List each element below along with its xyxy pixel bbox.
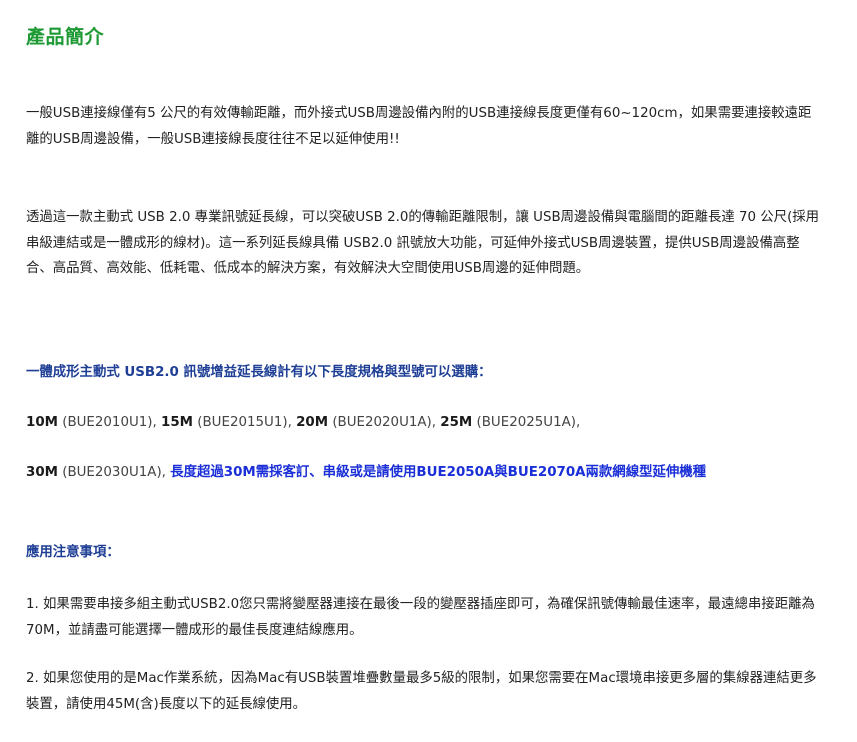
models-line-2: 30M (BUE2030U1A), 長度超過30M需採客訂、串級或是請使用BUE… <box>26 462 706 484</box>
model-code: (BUE2025U1A), <box>472 415 581 430</box>
notes-heading: 應用注意事項： <box>26 545 120 560</box>
model-size: 10M <box>26 415 58 430</box>
model-spec-30m: 30M (BUE2030U1A), <box>26 465 170 480</box>
model-spec-15m: 15M (BUE2015U1), <box>161 415 296 430</box>
models-heading: 一體成形主動式 USB2.0 訊號增益延長線計有以下長度規格與型號可以選購： <box>26 365 492 380</box>
model-code: (BUE2020U1A), <box>328 415 441 430</box>
model-code: (BUE2010U1), <box>57 415 162 430</box>
page-title: 產品簡介 <box>26 26 105 48</box>
model-spec-20m: 20M (BUE2020U1A), <box>296 415 440 430</box>
note-item-2: 2. 如果您使用的是Mac作業系統，因為Mac有USB裝置堆疊數量最多5級的限制… <box>26 671 817 712</box>
model-code: (BUE2015U1), <box>193 415 297 430</box>
model-spec-25m: 25M (BUE2025U1A), <box>440 415 580 430</box>
intro-paragraph: 一般USB連接線僅有5 公尺的有效傳輸距離，而外接式USB周邊設備內附的USB連… <box>26 106 812 147</box>
note-item-1: 1. 如果需要串接多組主動式USB2.0您只需將變壓器連接在最後一段的變壓器插座… <box>26 597 815 638</box>
custom-length-note: 長度超過30M需採客訂、串級或是請使用BUE2050A與BUE2070A兩款網線… <box>170 465 707 480</box>
model-size: 15M <box>161 415 194 430</box>
models-line-1: 10M (BUE2010U1), 15M (BUE2015U1), 20M (B… <box>26 412 580 434</box>
model-size: 20M <box>296 415 329 430</box>
model-size: 30M <box>26 465 58 480</box>
model-spec-10m: 10M (BUE2010U1), <box>26 415 161 430</box>
model-size: 25M <box>440 415 473 430</box>
description-paragraph: 透過這一款主動式 USB 2.0 專業訊號延長線，可以突破USB 2.0的傳輸距… <box>26 210 820 276</box>
model-code: (BUE2030U1A), <box>57 465 171 480</box>
